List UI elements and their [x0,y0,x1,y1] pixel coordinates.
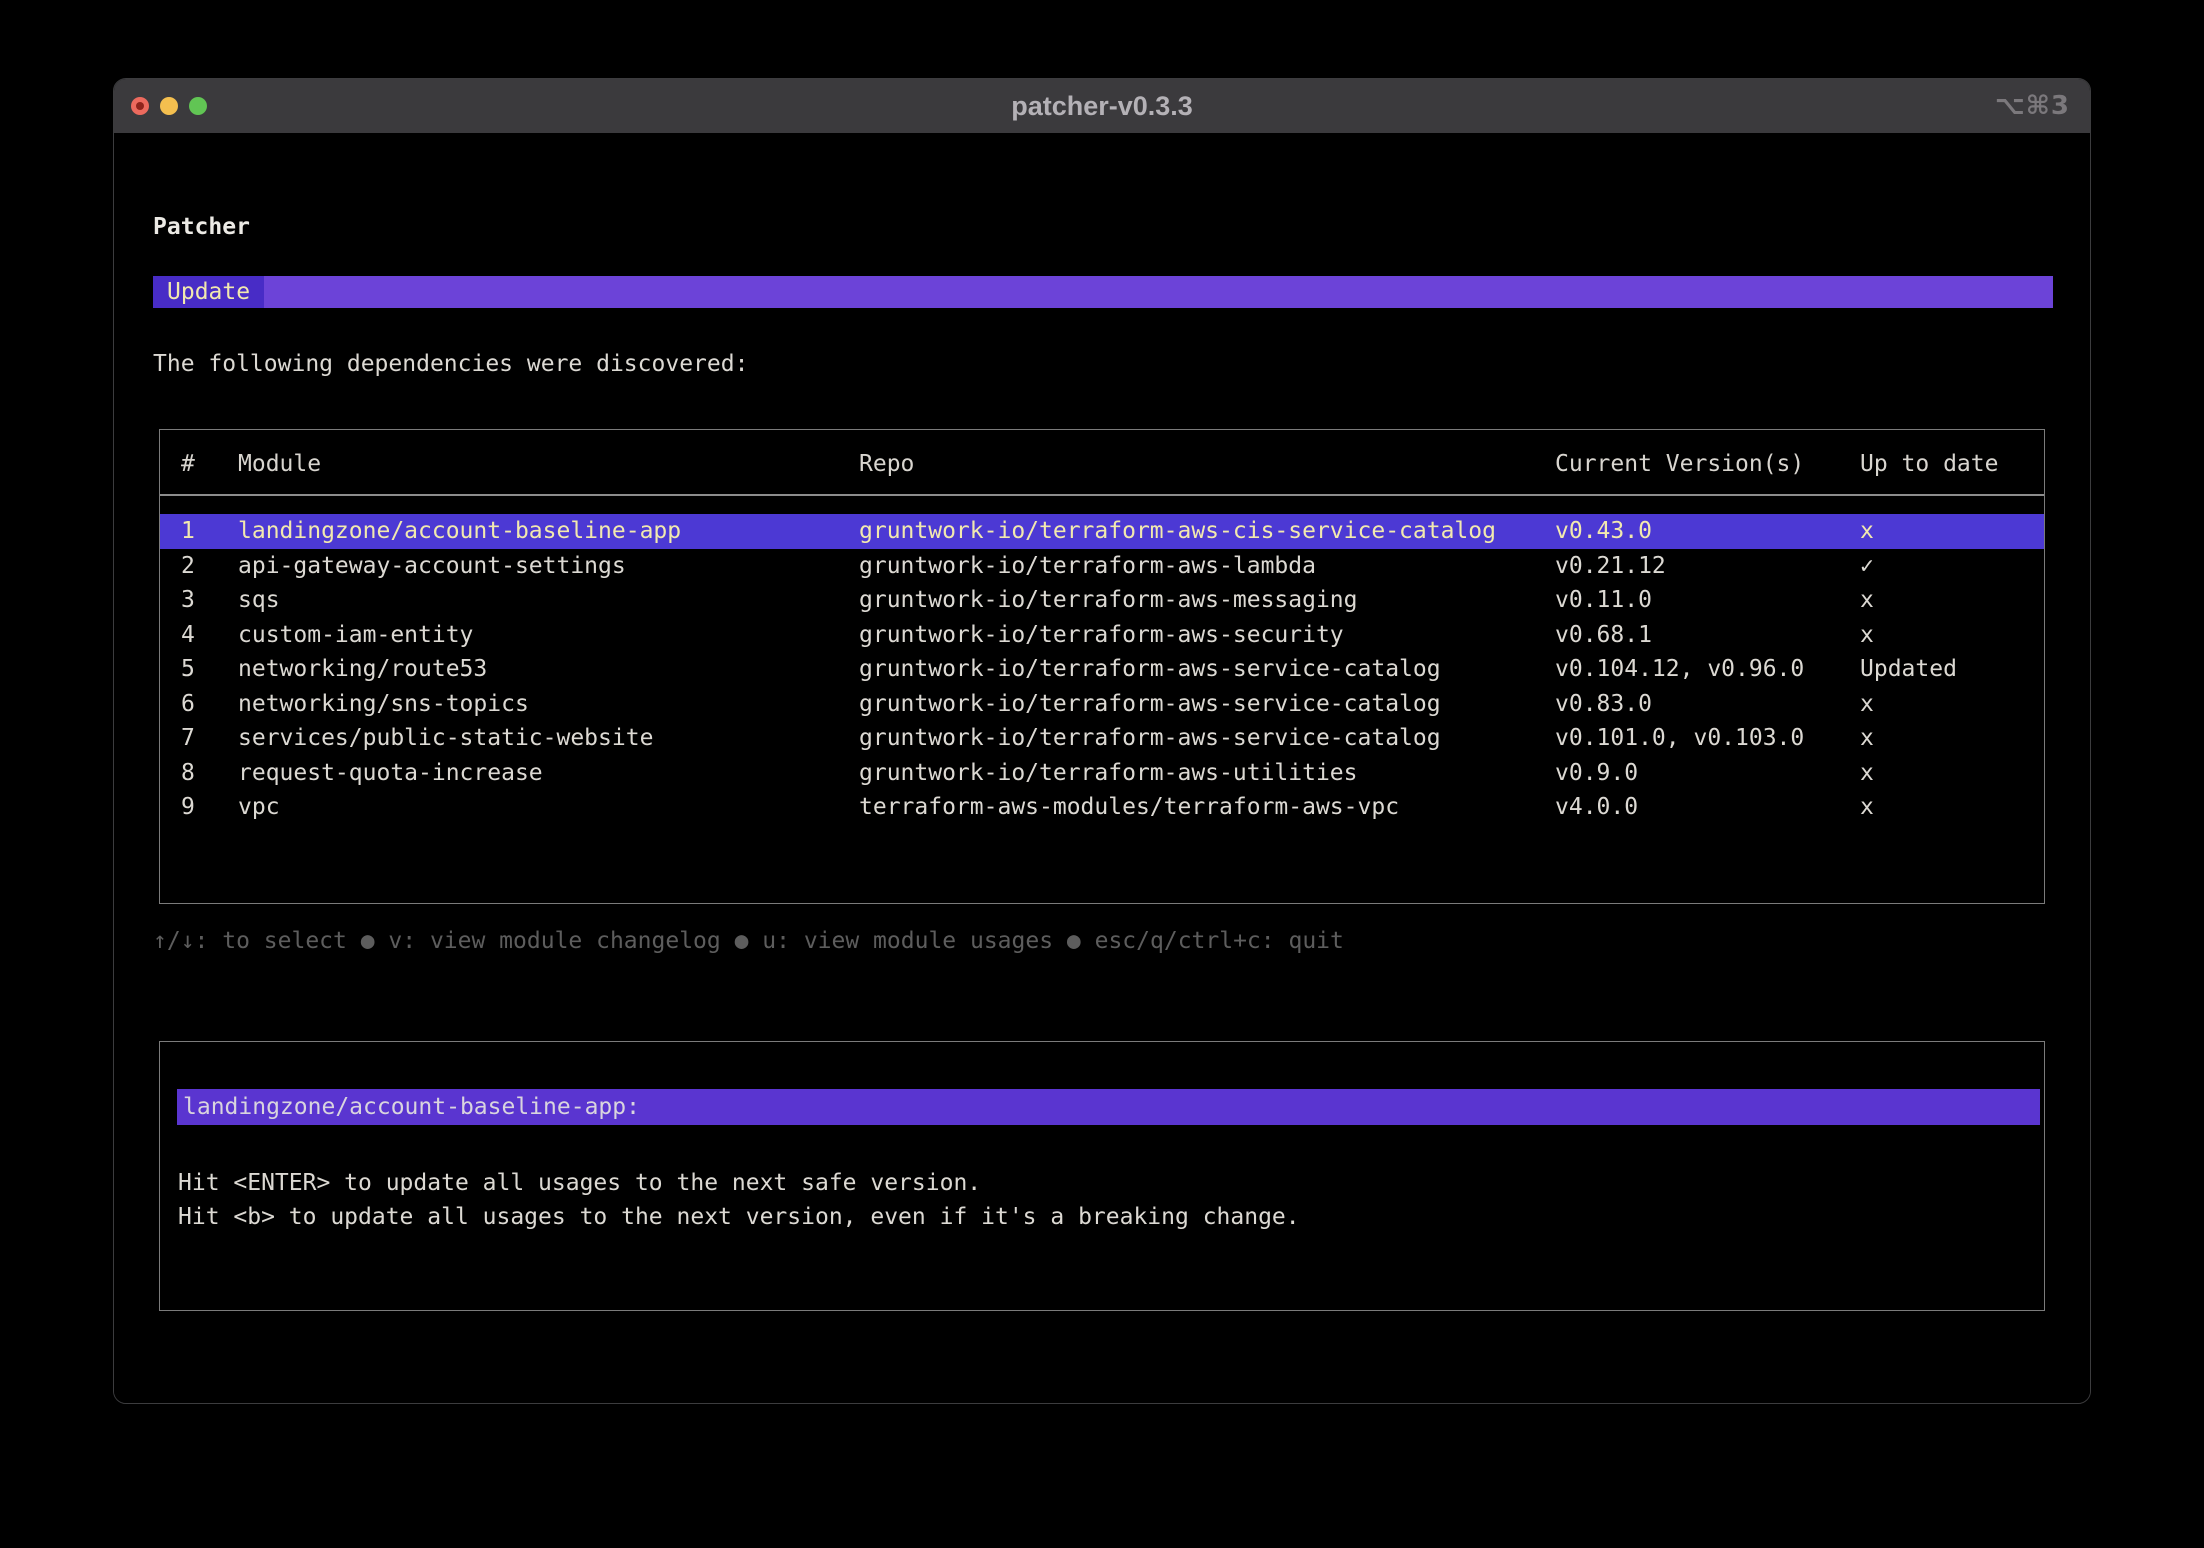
tab-update[interactable]: Update [153,276,264,308]
row-versions: v0.104.12, v0.96.0 [1555,656,1860,682]
row-num: 1 [181,518,238,544]
window-controls [131,79,207,133]
tab-bar: Update [153,276,2053,308]
column-header-num: # [181,451,238,477]
table-row[interactable]: 1 landingzone/account-baseline-app grunt… [160,514,2044,549]
table-header: # Module Repo Current Version(s) Up to d… [160,430,2044,494]
row-module: vpc [238,794,859,820]
row-status: x [1860,725,2044,751]
table-rows: 1 landingzone/account-baseline-app grunt… [160,514,2044,825]
table-row[interactable]: 9 vpc terraform-aws-modules/terraform-aw… [160,790,2044,825]
row-repo: gruntwork-io/terraform-aws-cis-service-c… [859,518,1555,544]
detail-instruction-line: Hit <ENTER> to update all usages to the … [178,1166,1300,1200]
table-row[interactable]: 3 sqs gruntwork-io/terraform-aws-messagi… [160,583,2044,618]
row-module: api-gateway-account-settings [238,553,859,579]
zoom-button[interactable] [189,97,207,115]
header-separator [160,494,2044,496]
column-header-versions: Current Version(s) [1555,451,1860,477]
dependency-table: # Module Repo Current Version(s) Up to d… [159,429,2045,904]
row-versions: v0.43.0 [1555,518,1860,544]
row-repo: gruntwork-io/terraform-aws-security [859,622,1555,648]
column-header-repo: Repo [859,451,1555,477]
terminal-window: patcher-v0.3.3 ⌥⌘3 Patcher Update The fo… [113,78,2091,1404]
table-row[interactable]: 7 services/public-static-website gruntwo… [160,721,2044,756]
row-status: ✓ [1860,553,2044,579]
row-versions: v4.0.0 [1555,794,1860,820]
row-repo: terraform-aws-modules/terraform-aws-vpc [859,794,1555,820]
row-versions: v0.21.12 [1555,553,1860,579]
column-header-uptodate: Up to date [1860,451,2044,477]
terminal-content: Patcher Update The following dependencie… [114,133,2090,1403]
row-num: 2 [181,553,238,579]
row-module: landingzone/account-baseline-app [238,518,859,544]
row-status: x [1860,622,2044,648]
row-num: 8 [181,760,238,786]
row-repo: gruntwork-io/terraform-aws-lambda [859,553,1555,579]
table-row[interactable]: 4 custom-iam-entity gruntwork-io/terrafo… [160,618,2044,653]
row-repo: gruntwork-io/terraform-aws-utilities [859,760,1555,786]
row-status: x [1860,691,2044,717]
row-module: networking/sns-topics [238,691,859,717]
detail-instructions: Hit <ENTER> to update all usages to the … [178,1166,1300,1234]
table-row[interactable]: 8 request-quota-increase gruntwork-io/te… [160,756,2044,791]
row-num: 3 [181,587,238,613]
table-row[interactable]: 2 api-gateway-account-settings gruntwork… [160,549,2044,584]
row-module: sqs [238,587,859,613]
table-row[interactable]: 5 networking/route53 gruntwork-io/terraf… [160,652,2044,687]
table-row[interactable]: 6 networking/sns-topics gruntwork-io/ter… [160,687,2044,722]
row-num: 6 [181,691,238,717]
row-status: x [1860,587,2044,613]
row-module: services/public-static-website [238,725,859,751]
keyboard-shortcut-badge: ⌥⌘3 [1995,79,2070,133]
module-detail-panel: landingzone/account-baseline-app: Hit <E… [159,1041,2045,1311]
row-versions: v0.9.0 [1555,760,1860,786]
row-versions: v0.83.0 [1555,691,1860,717]
row-num: 9 [181,794,238,820]
row-num: 4 [181,622,238,648]
minimize-button[interactable] [160,97,178,115]
row-num: 7 [181,725,238,751]
row-versions: v0.101.0, v0.103.0 [1555,725,1860,751]
row-versions: v0.68.1 [1555,622,1860,648]
row-module: networking/route53 [238,656,859,682]
titlebar[interactable]: patcher-v0.3.3 ⌥⌘3 [114,79,2090,133]
row-module: custom-iam-entity [238,622,859,648]
page-title: Patcher [153,214,250,240]
row-repo: gruntwork-io/terraform-aws-service-catal… [859,691,1555,717]
row-num: 5 [181,656,238,682]
window-title: patcher-v0.3.3 [1011,91,1193,122]
row-status: x [1860,794,2044,820]
column-header-module: Module [238,451,859,477]
row-repo: gruntwork-io/terraform-aws-service-catal… [859,725,1555,751]
keybinding-help: ↑/↓: to select ● v: view module changelo… [153,928,1344,954]
row-repo: gruntwork-io/terraform-aws-service-catal… [859,656,1555,682]
intro-text: The following dependencies were discover… [153,351,748,377]
selected-module-title: landingzone/account-baseline-app: [177,1089,2040,1125]
row-status: x [1860,518,2044,544]
row-module: request-quota-increase [238,760,859,786]
row-status: x [1860,760,2044,786]
detail-instruction-line: Hit <b> to update all usages to the next… [178,1200,1300,1234]
row-versions: v0.11.0 [1555,587,1860,613]
row-repo: gruntwork-io/terraform-aws-messaging [859,587,1555,613]
row-status: Updated [1860,656,2044,682]
close-button[interactable] [131,97,149,115]
